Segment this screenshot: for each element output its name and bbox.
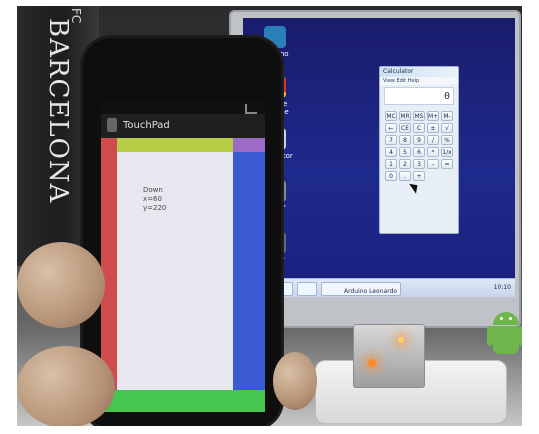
touchpad-right-edge[interactable] (233, 152, 265, 398)
arduino-board (353, 324, 425, 388)
calc-key[interactable]: C (413, 123, 425, 133)
touchpad-readout: Down x=60 y=220 (143, 186, 213, 213)
calc-key[interactable]: 0 (385, 171, 397, 181)
windows-desktop: Arduino Google Chrome Calculator PuTTY O… (243, 18, 515, 278)
calc-key[interactable]: MR (399, 111, 411, 121)
calc-key[interactable]: ← (385, 123, 397, 133)
android-figure (487, 304, 522, 364)
calc-key[interactable]: / (427, 135, 439, 145)
android-eye (500, 317, 503, 320)
system-tray: 10:10 (494, 279, 511, 297)
screenshot-frame: FC BARCELONA Arduino Google Chrome Calcu… (0, 0, 539, 434)
calc-key[interactable]: 1/x (441, 147, 453, 157)
calc-key[interactable]: - (427, 159, 439, 169)
finger (273, 352, 317, 410)
calc-key[interactable]: 6 (413, 147, 425, 157)
phone-screen: TouchPad Down x=60 y=220 (101, 102, 265, 412)
app-launcher-icon (107, 118, 117, 132)
calc-key[interactable]: = (441, 159, 453, 169)
photo: FC BARCELONA Arduino Google Chrome Calcu… (17, 6, 522, 426)
calc-key[interactable]: + (413, 171, 425, 181)
calc-key[interactable]: M+ (427, 111, 439, 121)
calc-key[interactable]: 2 (399, 159, 411, 169)
calc-key[interactable]: 4 (385, 147, 397, 157)
readout-line: y=220 (143, 204, 167, 212)
taskbar-item-label: Arduino Leonardo (344, 288, 398, 295)
calculator-menu[interactable]: View Edit Help (380, 77, 458, 85)
calc-key[interactable]: MC (385, 111, 397, 121)
phone-status-bar (101, 102, 265, 114)
calc-key[interactable]: % (441, 135, 453, 145)
taskbar: Arduino Leonardo 10:10 (243, 278, 515, 297)
android-eye (509, 317, 512, 320)
calc-key[interactable]: MS (413, 111, 425, 121)
smartphone: TouchPad Down x=60 y=220 (83, 38, 281, 426)
calc-key[interactable]: CE (399, 123, 411, 133)
calc-key[interactable]: 9 (413, 135, 425, 145)
touchpad-left-edge[interactable] (101, 138, 117, 398)
calculator-keypad: MC MR MS M+ M- ← CE C ± √ 7 8 9 / % 4 5 … (385, 111, 453, 229)
touchpad-top-right-corner[interactable] (233, 138, 265, 152)
finger (17, 242, 105, 328)
calculator-display: 0 (384, 87, 454, 105)
calc-key[interactable]: 3 (413, 159, 425, 169)
clock-text: 10:10 (493, 284, 511, 291)
taskbar-arduino-button[interactable]: Arduino Leonardo (321, 282, 401, 296)
touchpad-area[interactable]: Down x=60 y=220 (101, 138, 265, 412)
finger (17, 346, 115, 426)
app-title: TouchPad (123, 120, 170, 131)
book-title-text: BARCELONA (43, 18, 73, 204)
readout-line: Down (143, 186, 163, 194)
calc-key[interactable]: 7 (385, 135, 397, 145)
led-indicator (368, 359, 376, 367)
calc-key[interactable]: M- (441, 111, 453, 121)
android-arm (519, 326, 522, 346)
phone-app-bar: TouchPad (101, 114, 265, 138)
calculator-title: Calculator (380, 67, 458, 77)
calc-key[interactable]: 8 (399, 135, 411, 145)
calc-key[interactable]: √ (441, 123, 453, 133)
signal-icon (245, 104, 257, 114)
touchpad-top-edge[interactable] (117, 138, 233, 152)
touchpad-bottom-edge[interactable] (101, 390, 265, 412)
calculator-window[interactable]: Calculator View Edit Help 0 MC MR MS M+ … (379, 66, 459, 234)
calc-key[interactable]: 1 (385, 159, 397, 169)
calc-key[interactable]: 5 (399, 147, 411, 157)
android-body (493, 326, 519, 354)
calc-key[interactable]: . (399, 171, 411, 181)
led-indicator (398, 337, 404, 343)
readout-line: x=60 (143, 195, 162, 203)
taskbar-folder-button[interactable] (297, 282, 317, 296)
calc-key[interactable]: ± (427, 123, 439, 133)
calc-key[interactable]: * (427, 147, 439, 157)
android-head (493, 312, 519, 325)
